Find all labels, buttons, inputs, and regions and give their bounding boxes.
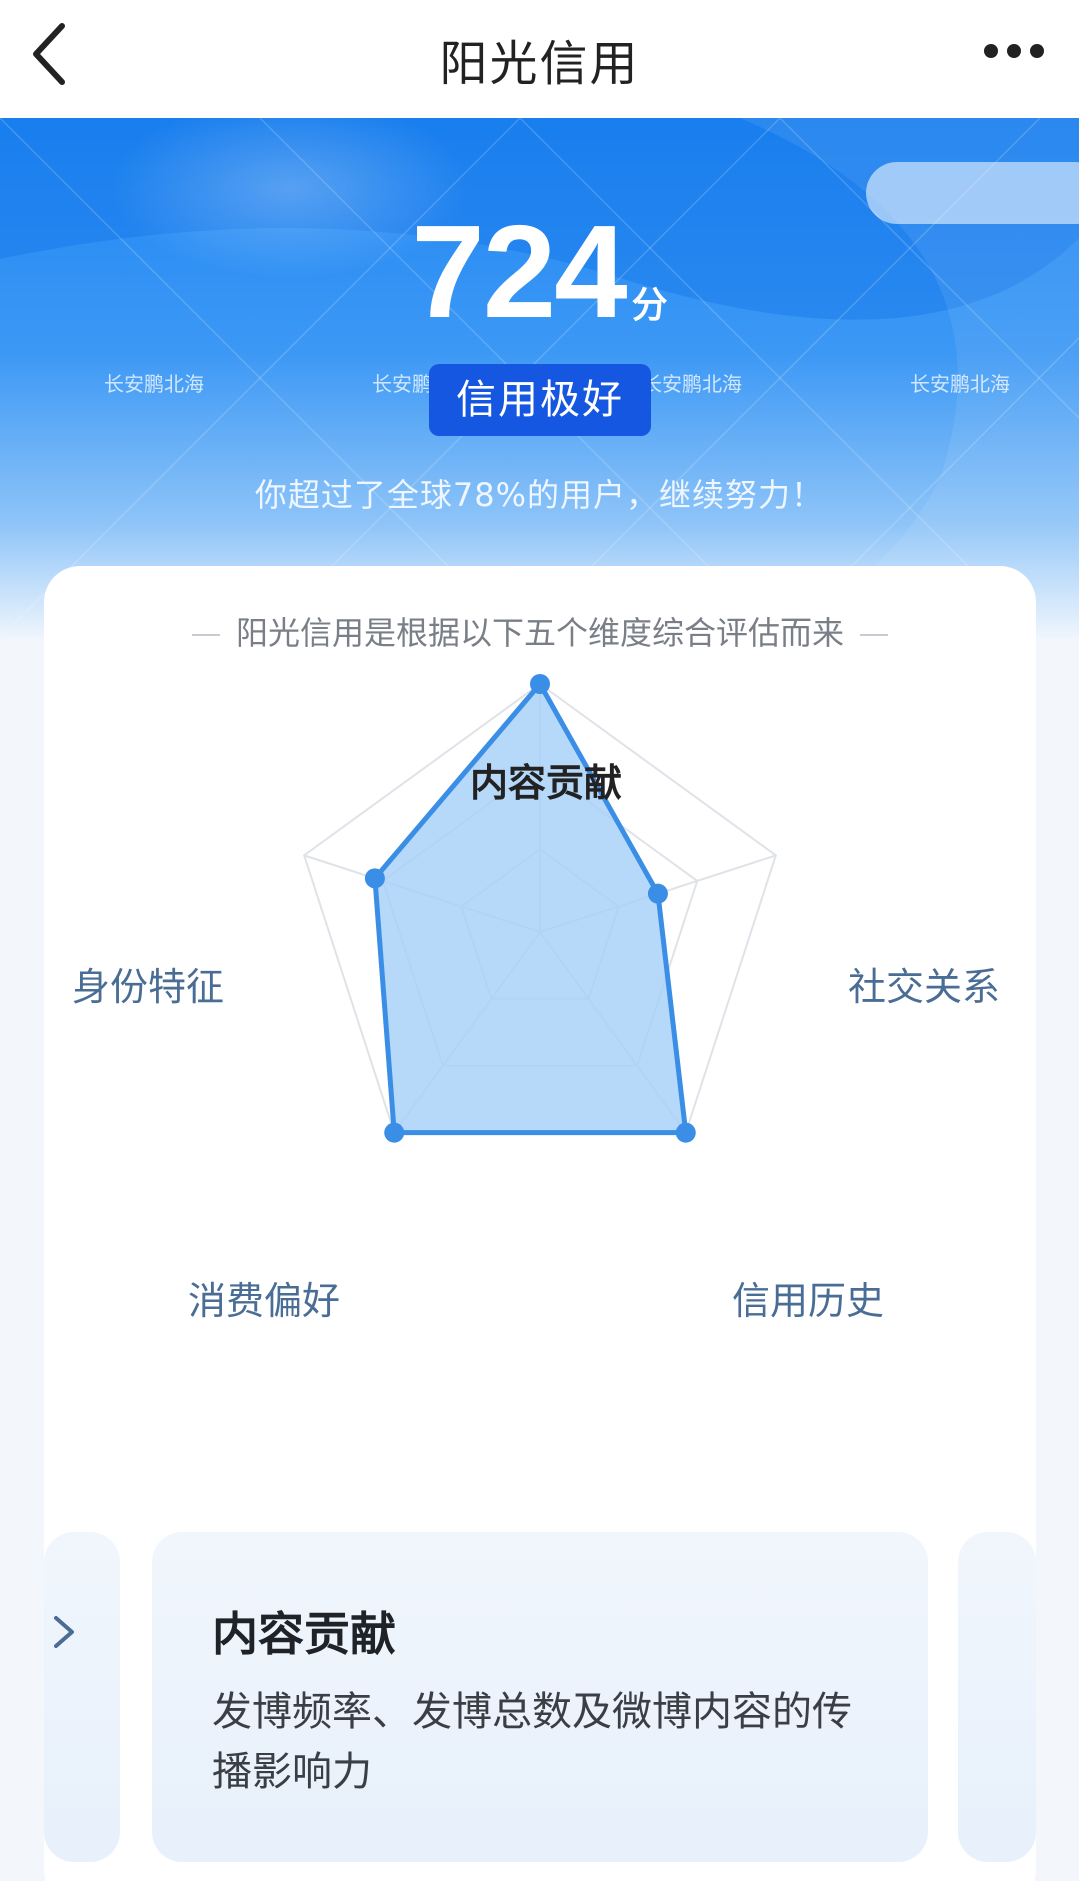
- watermark: 长安鹏北海: [910, 372, 1010, 396]
- radar-label-consumption[interactable]: 消费偏好: [188, 1270, 340, 1325]
- watermark: 长安鹏北海: [104, 372, 204, 396]
- ranking-text: 你超过了全球78%的用户，继续努力！: [254, 476, 825, 514]
- dimension-card[interactable]: 内容贡献 发博频率、发博总数及微博内容的传播影响力: [152, 1532, 928, 1862]
- score-hero: 长安鹏北海 长安鹏北海 长安鹏北海 长安鹏北海 724 分 信用极好 你超过了全球…: [0, 118, 1079, 638]
- more-horizontal-icon: [984, 44, 1044, 58]
- radar-point-0: [530, 674, 550, 694]
- dimension-description: 发博频率、发博总数及微博内容的传播影响力: [212, 1689, 852, 1795]
- radar-label-content[interactable]: 内容贡献: [470, 752, 622, 807]
- credit-score: 724: [411, 198, 627, 345]
- page-title: 阳光信用: [439, 36, 640, 92]
- more-button[interactable]: [971, 26, 1057, 76]
- score-unit: 分: [631, 285, 668, 326]
- credit-level-badge: 信用极好: [429, 364, 651, 436]
- radar-point-3: [384, 1122, 405, 1143]
- dimension-title: 内容贡献: [212, 1607, 396, 1661]
- radar-label-identity[interactable]: 身份特征: [72, 956, 224, 1011]
- top-bar: 阳光信用: [0, 0, 1079, 118]
- radar-point-1: [647, 883, 668, 904]
- dimension-card-next[interactable]: [958, 1532, 1036, 1862]
- dimension-card-prev[interactable]: [44, 1532, 120, 1862]
- radar-point-4: [364, 868, 385, 889]
- radar-chart: [302, 674, 778, 1143]
- app-root: 阳光信用 长安鹏北海 长安鹏北海 长安鹏北海 长安鹏北海 724 分 信用极好 …: [0, 0, 1079, 1881]
- radar-label-history[interactable]: 信用历史: [732, 1270, 884, 1325]
- watermark: 长安鹏北海: [372, 1176, 472, 1200]
- radar-label-social[interactable]: 社交关系: [848, 956, 1000, 1011]
- chevron-right-icon: [54, 1616, 74, 1648]
- radar-point-2: [675, 1122, 696, 1143]
- score-display: 724 分: [0, 206, 1079, 338]
- watermark: 长安鹏北海: [642, 372, 742, 396]
